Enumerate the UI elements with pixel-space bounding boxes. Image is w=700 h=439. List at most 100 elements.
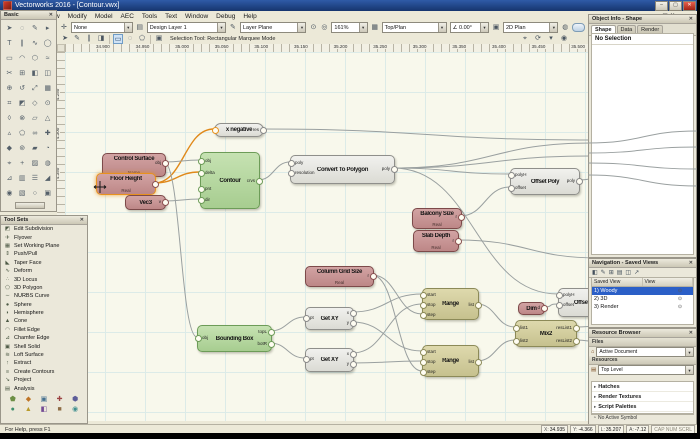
node-floor-height[interactable]: Floor Height Real [96,173,159,195]
basic-tool-icon-10[interactable]: ⬡ [29,51,42,66]
close-icon[interactable]: ✕ [689,260,693,266]
basic-tool-icon-13[interactable]: ⊞ [16,66,29,81]
toolset-group-icon-6[interactable]: ▲ [21,405,37,415]
basic-tool-icon-30[interactable]: ∞ [29,126,42,141]
basic-tool-icon-0[interactable]: ➤ [3,21,16,36]
node-contour[interactable]: Contour obj delta pnt dir crvs [198,152,263,209]
toolset-item-set-working-plane[interactable]: ▦ Set Working Plane [1,242,87,250]
basic-tool-icon-33[interactable]: ⊚ [16,141,29,156]
toolset-group-icon-9[interactable]: ◉ [67,405,83,415]
toolset-item-create-contours[interactable]: ≡ Create Contours [1,368,87,376]
toolset-item-cone[interactable]: ▲ Cone [1,317,87,325]
basic-tool-icon-46[interactable]: ○ [29,186,42,201]
basic-tool-icon-22[interactable]: ◇ [29,96,42,111]
tool-sets-header[interactable]: Tool Sets ✕ [1,216,87,225]
basic-tool-icon-3[interactable]: ▸ [41,21,54,36]
basic-tool-icon-5[interactable]: ∥ [16,36,29,51]
port-out-out[interactable] [152,181,159,188]
toolset-item-3d-locus[interactable]: ∴ 3D Locus [1,275,87,283]
rotation-field[interactable]: ∠ 0.00° ▾ [449,22,490,33]
disclosure-icon[interactable]: ▸ [594,384,596,390]
basic-tool-icon-42[interactable]: ☰ [29,171,42,186]
toolset-group-icon-7[interactable]: ◧ [36,405,52,415]
polygon-marquee-icon[interactable]: ⬠ [137,34,147,44]
nav-tool-icon-5[interactable]: ↗ [634,269,639,276]
saved-view-3-render[interactable]: 3) Render ⊙ [592,303,693,311]
grid-icon[interactable]: ▦ [371,23,379,33]
port-in-pt[interactable] [303,356,310,363]
rotate-view-icon[interactable]: ⟳ [533,34,543,44]
column-saved-view[interactable]: Saved View [592,278,643,286]
zoom-tool-icon[interactable]: ◎ [320,23,328,33]
toolset-item-loft-surface[interactable]: ≋ Loft Surface [1,351,87,359]
basic-tool-icon-1[interactable]: ◌ [16,21,29,36]
resource-render-textures[interactable]: ▸ Render Textures [592,392,693,402]
node-range-2[interactable]: Range start stop step list [420,345,482,377]
port-out-resList2[interactable] [573,338,580,345]
class-dropdown[interactable]: None ▾ [70,22,133,33]
basic-tool-icon-37[interactable]: + [16,156,29,171]
basic-tool-icon-7[interactable]: ◯ [41,36,54,51]
node-get-xy-1[interactable]: Get XY pt x y [303,307,357,330]
toolset-item-analysis[interactable]: ▤ Analysis [1,384,87,392]
top-level-dropdown[interactable]: Top Level ▾ [598,364,694,375]
lasso-marquee-icon[interactable]: ◌ [125,34,135,44]
view-visibility-icon[interactable]: ⊙ [667,304,693,310]
disclosure-icon[interactable]: ▸ [594,394,596,400]
port-in-polyH[interactable] [508,172,515,179]
navigation-header[interactable]: Navigation - Saved Views ✕ [589,259,696,268]
toolset-item-taper-face[interactable]: ◣ Taper Face [1,259,87,267]
toolset-item-shell-solid[interactable]: ▣ Shell Solid [1,342,87,350]
port-in-list2[interactable] [513,338,520,345]
port-out-list[interactable] [475,359,482,366]
menu-window[interactable]: Window [181,13,212,20]
basic-tool-icon-23[interactable]: ⊙ [41,96,54,111]
basic-tool-icon-32[interactable]: ◆ [3,141,16,156]
basic-tool-icon-4[interactable]: T [3,36,16,51]
node-mix2[interactable]: Mix2 list1 list2 resList1 resList2 [513,320,580,347]
basic-tool-icon-39[interactable]: ◍ [41,156,54,171]
basic-tool-icon-11[interactable]: ≈ [41,51,54,66]
direct-edit-icon[interactable]: ✎ [72,34,82,44]
view-dropdown[interactable]: Top/Plan ▾ [381,22,447,33]
toolset-group-icon-3[interactable]: ✚ [52,395,68,405]
nav-tool-icon-1[interactable]: ✎ [601,269,606,276]
nav-tool-icon-4[interactable]: ◫ [625,269,631,276]
render-options-icon[interactable]: ◍ [561,23,569,33]
toolset-item-push-pull[interactable]: ⇕ Push/Pull [1,250,87,258]
layer-plane-dropdown[interactable]: Layer Plane ▾ [239,22,307,33]
port-out-v[interactable] [162,199,169,206]
port-in-stop[interactable] [420,359,427,366]
projection-icon[interactable]: ▣ [492,23,500,33]
palette-resize-nub[interactable] [15,202,45,209]
basic-tool-icon-6[interactable]: ∿ [29,36,42,51]
render-mode-dropdown[interactable]: 2D Plan ▾ [502,22,559,33]
basic-tool-icon-19[interactable]: ▦ [41,81,54,96]
port-in-start[interactable] [420,349,427,356]
basic-tool-icon-24[interactable]: ◊ [3,111,16,126]
port-in-stop[interactable] [420,302,427,309]
port-out-x[interactable] [350,310,357,317]
port-out-poly[interactable] [576,178,583,185]
port-in-resolution[interactable] [288,170,295,177]
active-document-dropdown[interactable]: Active Document ▾ [596,346,694,357]
basic-tool-icon-47[interactable]: ▣ [41,186,54,201]
menu-tools[interactable]: Tools [138,13,161,20]
port-in-start[interactable] [420,292,427,299]
saved-view-1-woody[interactable]: 1) Woody ⊙ [592,287,693,295]
column-view[interactable]: View [643,278,693,286]
minimize-button[interactable]: ‒ [655,1,668,11]
selection-tool-icon[interactable]: ➤ [60,34,70,44]
port-out-r[interactable] [455,238,462,245]
port-in-pt[interactable] [303,315,310,322]
resource-browser-header[interactable]: Resource Browser ✕ [589,329,696,338]
resource-script-palettes[interactable]: ▸ Script Palettes [592,402,693,412]
port-in-delta[interactable] [198,170,205,177]
node-slab-depth[interactable]: Slab Depth Real r [413,230,462,252]
toggle-pill-1[interactable] [572,23,585,32]
close-icon[interactable]: ✕ [80,217,84,223]
node-convert-to-polygon[interactable]: Convert To Polygon poly resolution poly [288,155,398,184]
basic-tool-icon-28[interactable]: ▵ [3,126,16,141]
port-out-y[interactable] [350,361,357,368]
nav-tool-icon-3[interactable]: ▤ [617,269,623,276]
